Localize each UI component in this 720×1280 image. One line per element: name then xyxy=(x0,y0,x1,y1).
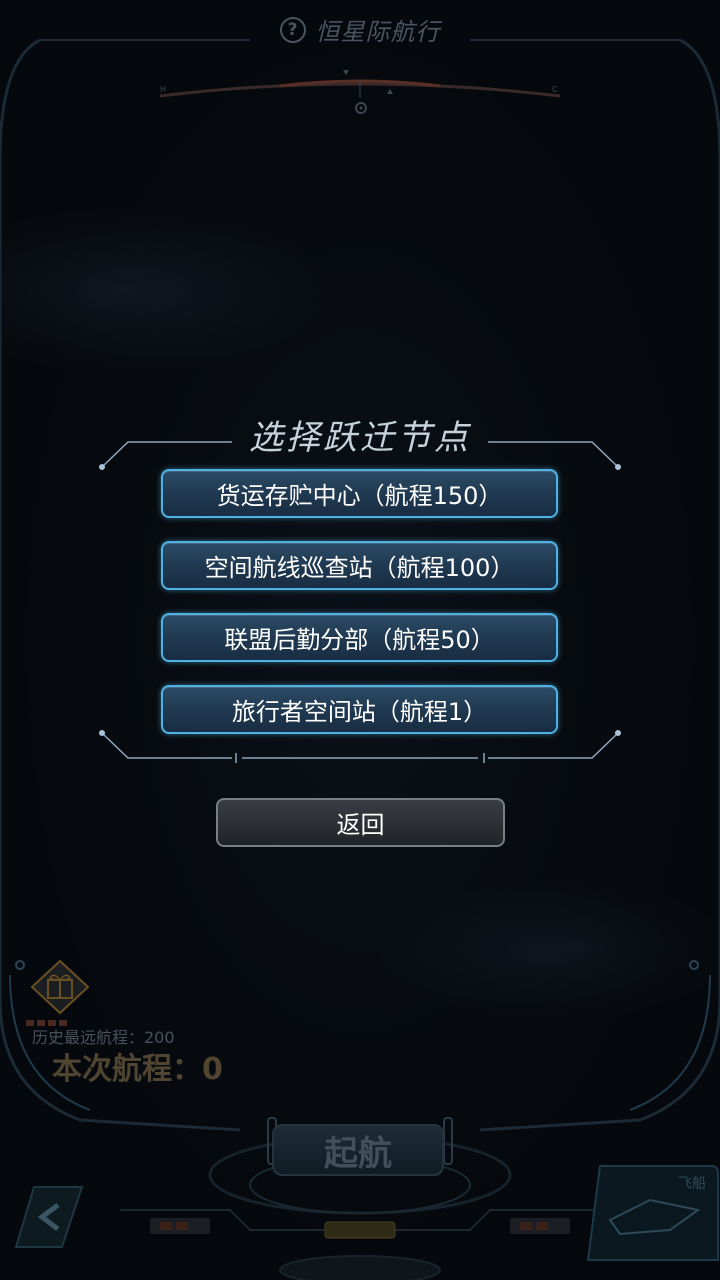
gift-icon[interactable] xyxy=(28,958,92,1016)
dialog-title: 选择跃迁节点 xyxy=(249,418,471,458)
node-button-patrol-station[interactable]: 空间航线巡查站（航程100） xyxy=(161,541,558,590)
ship-icon[interactable]: 飞船 xyxy=(580,1160,720,1270)
back-button[interactable]: 返回 xyxy=(216,798,505,847)
left-arrow-icon[interactable] xyxy=(14,1185,84,1249)
game-screen: ? 恒星际航行 H C 选择跃迁节点 货运存贮中心（航程150） 空间航线巡查站… xyxy=(0,0,720,1280)
node-button-traveler-station[interactable]: 旅行者空间站（航程1） xyxy=(161,685,558,734)
launch-button[interactable]: 起航 xyxy=(272,1124,444,1176)
node-button-alliance-logistics[interactable]: 联盟后勤分部（航程50） xyxy=(161,613,558,662)
current-distance: 本次航程：0 xyxy=(52,1052,223,1087)
node-button-cargo-center[interactable]: 货运存贮中心（航程150） xyxy=(161,469,558,518)
ship-label: 飞船 xyxy=(678,1176,706,1192)
